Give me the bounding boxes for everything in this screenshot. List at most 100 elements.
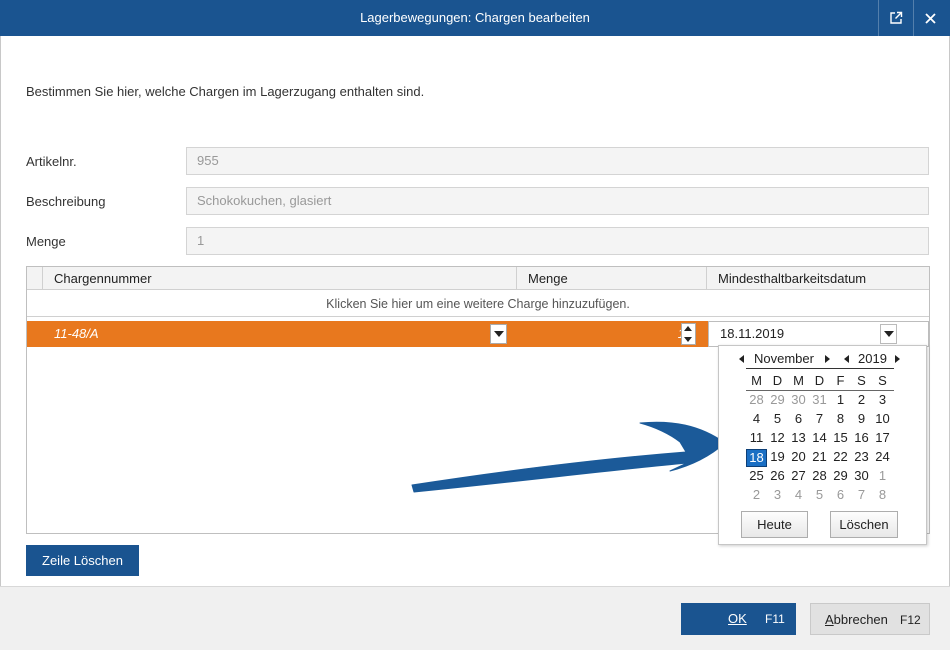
calendar-day[interactable]: 25 (746, 468, 767, 483)
calendar-day[interactable]: 1 (872, 468, 893, 483)
calendar-day[interactable]: 27 (788, 468, 809, 483)
beschreibung-field[interactable]: Schokokuchen, glasiert (186, 187, 929, 215)
calendar-day[interactable]: 5 (809, 487, 830, 502)
ok-button[interactable]: OK F11 (681, 603, 796, 635)
ok-shortcut: F11 (765, 612, 785, 626)
chevron-right-icon (895, 355, 900, 363)
calendar-day[interactable]: 17 (872, 430, 893, 445)
weekday-header: M (751, 373, 762, 388)
column-header-chargennummer[interactable]: Chargennummer (42, 267, 516, 290)
calendar-day[interactable]: 15 (830, 430, 851, 445)
cancel-button[interactable]: Abbrechen F12 (810, 603, 930, 635)
table-row[interactable]: 11-48/A 1 18.11.2019 (27, 321, 929, 347)
weekday-header: F (836, 373, 845, 388)
chevron-down-icon (883, 331, 894, 337)
calendar-day[interactable]: 2 (851, 392, 872, 407)
calendar-day[interactable]: 28 (809, 468, 830, 483)
beschreibung-label: Beschreibung (26, 194, 106, 209)
date-dropdown-button[interactable] (880, 324, 897, 344)
calendar-day[interactable]: 4 (788, 487, 809, 502)
calendar-day[interactable]: 13 (788, 430, 809, 445)
calendar-day[interactable]: 20 (788, 449, 809, 464)
ok-label: OK (728, 603, 747, 635)
column-header-menge[interactable]: Menge (516, 267, 706, 290)
weekday-header: D (814, 373, 825, 388)
chevron-down-icon (493, 331, 504, 337)
calendar-divider (746, 368, 894, 369)
menge-spinner[interactable] (681, 323, 696, 345)
prev-month-button[interactable] (739, 350, 744, 368)
calendar-day[interactable]: 7 (809, 411, 830, 426)
calendar-day[interactable]: 12 (767, 430, 788, 445)
calendar-day[interactable]: 18 (746, 449, 767, 467)
calendar-day[interactable]: 4 (746, 411, 767, 426)
spin-down-icon[interactable] (684, 337, 692, 342)
weekday-header: M (793, 373, 804, 388)
next-month-button[interactable] (825, 350, 830, 368)
calendar-day[interactable]: 10 (872, 411, 893, 426)
chevron-right-icon (825, 355, 830, 363)
mhd-value: 18.11.2019 (720, 326, 785, 341)
calendar-day[interactable]: 23 (851, 449, 872, 464)
add-charge-row[interactable]: Klicken Sie hier um eine weitere Charge … (27, 291, 929, 317)
ok-label-text: OK (728, 611, 747, 626)
cancel-label-rest: bbrechen (833, 612, 888, 627)
calendar-day[interactable]: 8 (872, 487, 893, 502)
title-bar: Lagerbewegungen: Chargen bearbeiten (0, 0, 950, 36)
calendar-day[interactable]: 31 (809, 392, 830, 407)
artikelnr-label: Artikelnr. (26, 154, 77, 169)
calendar-day[interactable]: 2 (746, 487, 767, 502)
mhd-cell[interactable]: 18.11.2019 (708, 321, 929, 347)
calendar-day[interactable]: 5 (767, 411, 788, 426)
clear-date-button[interactable]: Löschen (830, 511, 898, 538)
calendar-day[interactable]: 29 (767, 392, 788, 407)
popout-button[interactable] (878, 0, 912, 36)
delete-row-button[interactable]: Zeile Löschen (26, 545, 139, 576)
menge-cell[interactable]: 1 (509, 321, 708, 347)
calendar-day[interactable]: 8 (830, 411, 851, 426)
chevron-left-icon (844, 355, 849, 363)
menge-label: Menge (26, 234, 66, 249)
calendar-day[interactable]: 6 (788, 411, 809, 426)
calendar-day[interactable]: 24 (872, 449, 893, 464)
calendar-day[interactable]: 6 (830, 487, 851, 502)
charge-cell[interactable]: 11-48/A (27, 321, 509, 347)
calendar-day[interactable]: 11 (746, 430, 767, 445)
today-button[interactable]: Heute (741, 511, 808, 538)
calendar-day[interactable]: 29 (830, 468, 851, 483)
close-button[interactable] (913, 0, 947, 36)
spin-up-icon[interactable] (684, 326, 692, 331)
menge-field[interactable]: 1 (186, 227, 929, 255)
calendar-day[interactable]: 1 (830, 392, 851, 407)
calendar-day[interactable]: 7 (851, 487, 872, 502)
artikelnr-field[interactable]: 955 (186, 147, 929, 175)
weekday-divider (746, 390, 894, 391)
charge-dropdown-button[interactable] (490, 324, 507, 344)
cancel-label: Abbrechen (825, 604, 888, 636)
calendar-day[interactable]: 9 (851, 411, 872, 426)
year-label: 2019 (858, 351, 887, 366)
calendar-day[interactable]: 19 (767, 449, 788, 464)
grid-header: Chargennummer Menge Mindesthaltbarkeitsd… (27, 267, 929, 290)
calendar-day[interactable]: 22 (830, 449, 851, 464)
calendar-day[interactable]: 21 (809, 449, 830, 464)
close-icon (925, 12, 936, 24)
next-year-button[interactable] (895, 350, 900, 368)
cancel-shortcut: F12 (900, 613, 921, 627)
calendar-day[interactable]: 30 (851, 468, 872, 483)
calendar-day[interactable]: 3 (767, 487, 788, 502)
weekday-header: S (857, 373, 866, 388)
popout-icon (889, 11, 902, 24)
calendar-day[interactable]: 3 (872, 392, 893, 407)
chevron-left-icon (739, 355, 744, 363)
calendar-day[interactable]: 16 (851, 430, 872, 445)
calendar-day[interactable]: 14 (809, 430, 830, 445)
cancel-mnemonic: A (825, 612, 834, 627)
dialog-footer: OK F11 Abbrechen F12 (0, 586, 950, 650)
calendar-day[interactable]: 26 (767, 468, 788, 483)
column-header-mhd[interactable]: Mindesthaltbarkeitsdatum (706, 267, 929, 290)
calendar-day[interactable]: 28 (746, 392, 767, 407)
charge-value: 11-48/A (54, 326, 99, 341)
calendar-day[interactable]: 30 (788, 392, 809, 407)
prev-year-button[interactable] (844, 350, 849, 368)
